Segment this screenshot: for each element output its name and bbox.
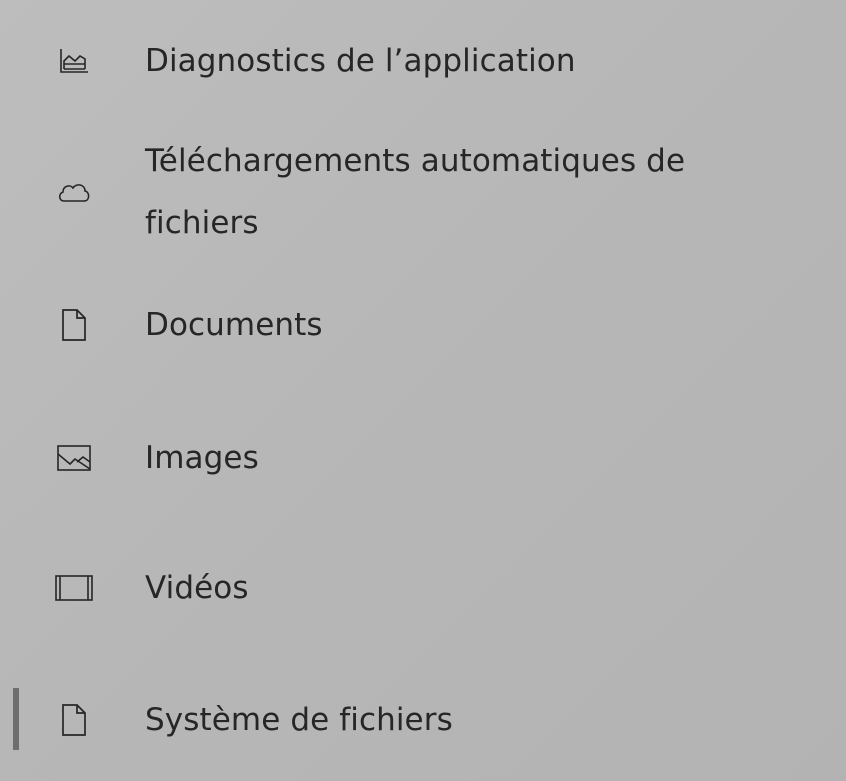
document-icon [50,700,98,740]
cloud-icon [50,172,98,212]
video-icon [50,568,98,608]
nav-item-videos[interactable]: Vidéos [0,557,846,619]
nav-item-label: Diagnostics de l’application [145,43,576,79]
image-icon [50,438,98,478]
nav-item-app-diagnostics[interactable]: Diagnostics de l’application [0,30,846,92]
chart-icon [50,41,98,81]
nav-item-images[interactable]: Images [0,427,846,489]
nav-item-automatic-file-downloads[interactable]: Téléchargements automatiques de fichiers [0,130,846,254]
nav-item-label: Système de fichiers [145,702,453,738]
settings-nav-list: Diagnostics de l’application Téléchargem… [0,0,846,781]
nav-item-label: Téléchargements automatiques de fichiers [145,143,686,241]
nav-item-label: Images [145,440,259,476]
nav-item-documents[interactable]: Documents [0,294,846,356]
nav-item-file-system[interactable]: Système de fichiers [0,689,846,751]
document-icon [50,305,98,345]
nav-item-label: Vidéos [145,570,249,606]
nav-item-label: Documents [145,307,323,343]
